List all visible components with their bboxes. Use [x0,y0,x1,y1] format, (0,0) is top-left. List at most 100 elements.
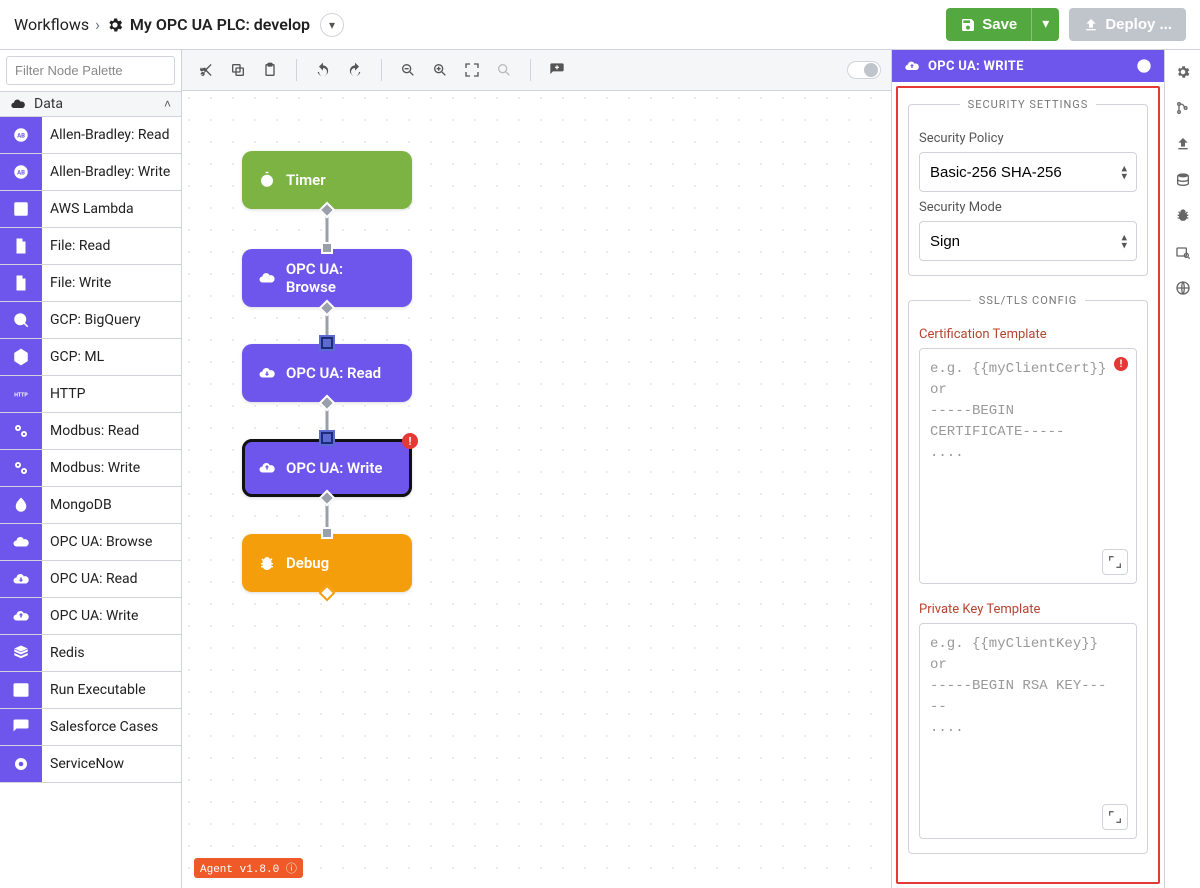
palette-item[interactable]: ABAllen-Bradley: Write [0,154,181,191]
hex-icon [0,339,42,375]
security-settings-legend: SECURITY SETTINGS [960,98,1097,111]
version-dropdown[interactable]: ▾ [320,13,344,37]
output-port[interactable] [319,395,336,412]
zoom-out-button[interactable] [394,56,422,84]
cert-template-input[interactable] [920,349,1136,579]
output-port[interactable] [319,202,336,219]
node-label: OPC UA: Write [286,459,382,477]
palette-item-label: AWS Lambda [42,191,181,227]
globe-rail-button[interactable] [1169,274,1197,302]
output-port[interactable] [319,300,336,317]
palette-item[interactable]: ServiceNow [0,746,181,783]
cloud-up-icon [258,459,276,477]
palette-item[interactable]: ABAllen-Bradley: Read [0,117,181,154]
zoom-in-button[interactable] [426,56,454,84]
deploy-button: Deploy ... [1069,8,1186,41]
properties-body: SECURITY SETTINGS Security Policy Basic-… [896,86,1160,884]
output-port[interactable] [319,585,336,602]
page-title: My OPC UA PLC: develop [106,15,310,34]
preview-toggle[interactable] [847,61,881,79]
ssl-tls-legend: SSL/TLS CONFIG [971,294,1085,307]
app-header: Workflows › My OPC UA PLC: develop ▾ Sav… [0,0,1200,50]
key-template-input[interactable] [920,624,1136,834]
node-opc-ua-write[interactable]: OPC UA: Write! [242,439,412,497]
node-timer[interactable]: Timer [242,151,412,209]
cloud-icon [0,524,42,560]
input-port[interactable] [321,242,333,254]
zoom-fit-button[interactable] [458,56,486,84]
file-icon [0,228,42,264]
palette-item[interactable]: AWS Lambda [0,191,181,228]
upload-icon [1083,17,1099,33]
palette-item-label: Modbus: Write [42,450,181,486]
node-opc-ua-browse[interactable]: OPC UA: Browse [242,249,412,307]
paste-button[interactable] [256,56,284,84]
file-icon [0,265,42,301]
inspect-rail-button[interactable] [1169,238,1197,266]
output-port[interactable] [319,490,336,507]
palette-item[interactable]: OPC UA: Browse [0,524,181,561]
info-icon: ⓘ [286,864,297,876]
palette-item[interactable]: OPC UA: Write [0,598,181,635]
ssl-tls-section: SSL/TLS CONFIG Certification Template ! … [908,294,1148,854]
palette-item[interactable]: File: Read [0,228,181,265]
palette-item[interactable]: Redis [0,635,181,672]
palette-item[interactable]: MongoDB [0,487,181,524]
zoom-reset-button[interactable] [490,56,518,84]
timer-icon [258,171,276,189]
palette-item[interactable]: Modbus: Read [0,413,181,450]
add-comment-button[interactable] [543,56,571,84]
upload-rail-button[interactable] [1169,130,1197,158]
input-port[interactable] [321,337,333,349]
palette-item[interactable]: OPC UA: Read [0,561,181,598]
security-policy-select[interactable]: Basic-256 SHA-256 [919,152,1137,192]
properties-title: OPC UA: WRITE [928,59,1024,74]
palette-item-label: ServiceNow [42,746,181,782]
palette-item[interactable]: Run Executable [0,672,181,709]
input-port[interactable] [321,527,333,539]
breadcrumb-root[interactable]: Workflows [14,15,89,34]
palette-item-label: Redis [42,635,181,671]
debug-rail-button[interactable] [1169,202,1197,230]
expand-button[interactable] [1102,549,1128,575]
undo-button[interactable] [309,56,337,84]
palette-item[interactable]: Salesforce Cases [0,709,181,746]
palette-item[interactable]: GCP: ML [0,339,181,376]
security-policy-label: Security Policy [919,131,1137,146]
help-icon[interactable] [1136,58,1152,74]
save-button[interactable]: Save [946,8,1031,41]
palette-item[interactable]: File: Write [0,265,181,302]
sn-icon [0,746,42,782]
bug-icon [258,554,276,572]
cloud-down-icon [0,561,42,597]
palette-item[interactable]: HTTPHTTP [0,376,181,413]
chat-icon [0,709,42,745]
node-opc-ua-read[interactable]: OPC UA: Read [242,344,412,402]
palette-category-data[interactable]: Data ˄ [0,91,181,117]
cloud-up-icon [904,58,920,74]
header-actions: Save ▾ Deploy ... [946,8,1186,41]
palette-filter-input[interactable] [6,56,175,85]
http-icon: HTTP [0,376,42,412]
save-dropdown-button[interactable]: ▾ [1031,8,1059,41]
workflow-canvas[interactable]: Agent v1.8.0 ⓘ TimerOPC UA: BrowseOPC UA… [182,91,891,888]
cut-button[interactable] [192,56,220,84]
redo-button[interactable] [341,56,369,84]
palette-item[interactable]: Modbus: Write [0,450,181,487]
palette-item[interactable]: GCP: BigQuery [0,302,181,339]
stack-icon [0,635,42,671]
palette-item-label: MongoDB [42,487,181,523]
settings-rail-button[interactable] [1169,58,1197,86]
error-icon: ! [1114,357,1128,371]
security-mode-select[interactable]: Sign [919,221,1137,261]
version-rail-button[interactable] [1169,94,1197,122]
copy-button[interactable] [224,56,252,84]
storage-rail-button[interactable] [1169,166,1197,194]
node-debug[interactable]: Debug [242,534,412,592]
input-port[interactable] [321,432,333,444]
expand-button[interactable] [1102,804,1128,830]
svg-text:HTTP: HTTP [14,392,28,398]
palette-item-label: Allen-Bradley: Write [42,154,181,190]
palette-item-label: Run Executable [42,672,181,708]
cert-template-wrapper: ! [919,348,1137,584]
